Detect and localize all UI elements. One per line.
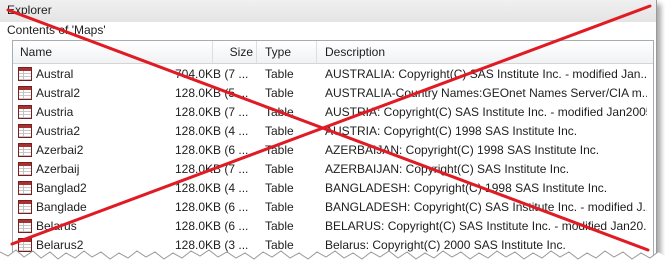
row-type: Table [265, 143, 294, 157]
row-type: Table [265, 181, 294, 195]
window-title: Explorer [7, 3, 52, 17]
row-name: Austral [36, 67, 74, 81]
table-row[interactable]: Belarus2 128.0KB (3 ... Table Belarus: C… [13, 236, 653, 255]
row-name: Austria [36, 105, 74, 119]
row-type: Table [265, 238, 294, 252]
row-description: BANGLADESH: Copyright(C) 1998 SAS Instit… [325, 181, 608, 195]
row-size: 128.0KB (7 ... [175, 162, 249, 176]
row-size: 128.0KB (6 ... [175, 219, 249, 233]
row-type: Table [265, 67, 294, 81]
table-row[interactable]: Banglade 128.0KB (6 ... Table BANGLADESH… [13, 198, 653, 217]
row-type: Table [265, 124, 294, 138]
row-size: 128.0KB (4 ... [175, 181, 249, 195]
table-icon [18, 67, 32, 81]
table-icon [18, 143, 32, 157]
table-icon [18, 105, 32, 119]
explorer-window: Explorer Contents of 'Maps' Name Size Ty… [0, 0, 657, 262]
row-type: Table [265, 162, 294, 176]
table-icon [18, 86, 32, 100]
file-list[interactable]: Name Size Type Description Austral 704.0… [12, 40, 654, 262]
row-name: Belarus2 [36, 238, 84, 252]
table-icon [18, 200, 32, 214]
column-header-row: Name Size Type Description [13, 41, 653, 64]
row-name: Azerbai2 [36, 143, 84, 157]
row-type: Table [265, 105, 294, 119]
row-size: 128.0KB (6 ... [175, 143, 249, 157]
table-row[interactable]: Austria2 128.0KB (4 ... Table AUSTRIA: C… [13, 122, 653, 141]
table-icon [18, 181, 32, 195]
row-description: AUSTRIA: Copyright(C) 1998 SAS Institute… [325, 124, 578, 138]
file-rows: Austral 704.0KB (7 ... Table AUSTRALIA: … [13, 65, 653, 255]
row-description: AUSTRALIA-Country Names:GEOnet Names Ser… [325, 86, 647, 100]
row-description: BELARUS: Copyright(C) SAS Institute Inc.… [325, 219, 647, 233]
row-description: AZERBAIJAN: Copyright(C) 1998 SAS Instit… [325, 143, 600, 157]
table-icon [18, 124, 32, 138]
table-row[interactable]: Austral2 128.0KB (5 ... Table AUSTRALIA-… [13, 84, 653, 103]
table-row[interactable]: Banglad2 128.0KB (4 ... Table BANGLADESH… [13, 179, 653, 198]
row-name: Banglade [36, 200, 87, 214]
row-description: BANGLADESH: Copyright(C) SAS Institute I… [325, 200, 647, 214]
row-name: Austria2 [36, 124, 81, 138]
table-icon [18, 162, 32, 176]
column-header-size[interactable]: Size [213, 41, 257, 63]
window-titlebar[interactable]: Explorer [0, 0, 656, 23]
row-size: 128.0KB (4 ... [175, 124, 249, 138]
table-row[interactable]: Azerbaij 128.0KB (7 ... Table AZERBAIJAN… [13, 160, 653, 179]
row-type: Table [265, 200, 294, 214]
contents-bar: Contents of 'Maps' [0, 22, 656, 38]
row-size: 128.0KB (7 ... [175, 105, 249, 119]
row-type: Table [265, 86, 294, 100]
table-row[interactable]: Azerbai2 128.0KB (6 ... Table AZERBAIJAN… [13, 141, 653, 160]
column-header-description[interactable]: Description [317, 41, 656, 63]
column-header-name[interactable]: Name [13, 41, 213, 63]
row-size: 704.0KB (7 ... [175, 67, 249, 81]
table-icon [18, 219, 32, 233]
row-name: Austral2 [36, 86, 81, 100]
row-description: AUSTRIA: Copyright(C) SAS Institute Inc.… [325, 105, 647, 119]
row-description: AZERBAIJAN: Copyright(C) SAS Institute I… [325, 162, 570, 176]
table-icon [18, 238, 32, 252]
column-header-type[interactable]: Type [257, 41, 317, 63]
row-size: 128.0KB (6 ... [175, 200, 249, 214]
row-name: Belarus [36, 219, 77, 233]
row-description: Belarus: Copyright(C) 2000 SAS Institute… [325, 238, 566, 252]
row-size: 128.0KB (3 ... [175, 238, 249, 252]
table-row[interactable]: Austria 128.0KB (7 ... Table AUSTRIA: Co… [13, 103, 653, 122]
row-type: Table [265, 219, 294, 233]
row-name: Azerbaij [36, 162, 80, 176]
row-name: Banglad2 [36, 181, 87, 195]
row-size: 128.0KB (5 ... [175, 86, 249, 100]
contents-label: Contents of 'Maps' [7, 23, 106, 37]
table-row[interactable]: Austral 704.0KB (7 ... Table AUSTRALIA: … [13, 65, 653, 84]
table-row[interactable]: Belarus 128.0KB (6 ... Table BELARUS: Co… [13, 217, 653, 236]
row-description: AUSTRALIA: Copyright(C) SAS Institute In… [325, 67, 647, 81]
